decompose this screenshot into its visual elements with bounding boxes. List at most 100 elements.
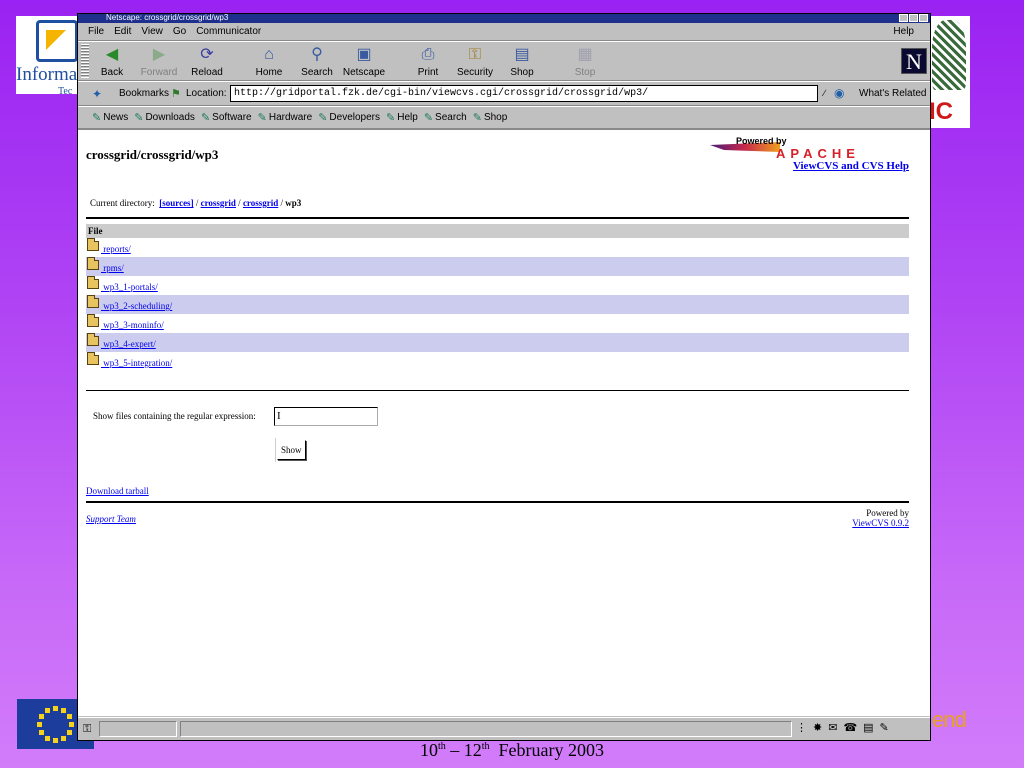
netscape-n-logo-icon[interactable]: N xyxy=(901,48,927,74)
show-button[interactable]: Show xyxy=(277,440,306,460)
page-content[interactable]: crossgrid/crossgrid/wp3 Powered by APACH… xyxy=(78,130,930,716)
maximize-button[interactable] xyxy=(909,14,918,22)
bookmark-pen-icon: ✎ xyxy=(134,112,144,124)
security-label: Security xyxy=(456,67,494,78)
netscape-icon: ▣ xyxy=(356,46,372,63)
table-row[interactable]: wp3_3-moninfo/ xyxy=(86,314,909,333)
shop-label: Shop xyxy=(510,67,534,78)
arrow-logo-icon xyxy=(36,20,78,62)
viewcvs-help-link[interactable]: ViewCVS and CVS Help xyxy=(793,160,909,172)
footer-day2: 12 xyxy=(463,740,482,760)
printer-icon: ⎙ xyxy=(421,46,435,63)
bookmark-pen-icon: ✎ xyxy=(386,112,396,124)
url-input[interactable]: http://gridportal.fzk.de/cgi-bin/viewcvs… xyxy=(230,85,818,102)
table-row[interactable]: wp3_1-portals/ xyxy=(86,276,909,295)
table-row[interactable]: rpms/ xyxy=(86,257,909,276)
home-button[interactable]: ⌂ Home xyxy=(244,44,294,80)
eu-star-icon xyxy=(45,708,50,714)
personal-search[interactable]: ✎ Search xyxy=(424,111,467,124)
personal-hardware[interactable]: ✎ Hardware xyxy=(258,111,313,124)
shopping-bag-icon: ▤ xyxy=(514,46,530,63)
back-button[interactable]: ◀ Back xyxy=(87,44,137,80)
whats-related-button[interactable]: What's Related xyxy=(859,88,927,99)
personal-shop[interactable]: ✎ Shop xyxy=(473,111,508,124)
personal-downloads[interactable]: ✎ Downloads xyxy=(134,111,195,124)
eu-star-icon xyxy=(69,722,74,727)
stop-label: Stop xyxy=(574,67,596,78)
file-link[interactable]: wp3_3-moninfo/ xyxy=(101,320,164,330)
file-link[interactable]: wp3_5-integration/ xyxy=(101,358,172,368)
navigator-icon[interactable]: ✸ xyxy=(813,721,822,734)
location-page-icon: ⚑ xyxy=(171,88,181,100)
stop-icon: ▦ xyxy=(577,46,593,63)
search-button[interactable]: ⚲ Search xyxy=(292,44,342,80)
menu-communicator[interactable]: Communicator xyxy=(194,26,269,37)
security-button[interactable]: ⚿ Security xyxy=(450,44,500,80)
file-link[interactable]: reports/ xyxy=(101,244,131,254)
breadcrumb-crossgrid-link[interactable]: crossgrid xyxy=(201,198,236,208)
shop-button[interactable]: ▤ Shop xyxy=(497,44,547,80)
personal-software[interactable]: ✎ Software xyxy=(201,111,252,124)
folder-icon xyxy=(87,238,99,251)
file-link[interactable]: wp3_1-portals/ xyxy=(101,282,158,292)
file-column-header[interactable]: File xyxy=(86,224,909,238)
folder-icon xyxy=(87,295,99,308)
menu-go[interactable]: Go xyxy=(171,26,194,37)
discussion-icon[interactable]: ☎ xyxy=(843,721,857,734)
menu-view[interactable]: View xyxy=(139,26,171,37)
regex-filter-input[interactable]: I xyxy=(274,407,378,426)
menu-help[interactable]: Help xyxy=(891,26,922,37)
forward-button[interactable]: ▶ Forward xyxy=(134,44,184,80)
table-row[interactable]: wp3_4-expert/ xyxy=(86,333,909,352)
reload-button[interactable]: ⟳ Reload xyxy=(182,44,232,80)
bookmarks-button[interactable]: Bookmarks xyxy=(119,88,169,99)
breadcrumb-current: wp3 xyxy=(285,198,302,208)
minimize-button[interactable] xyxy=(899,14,908,22)
netscape-button[interactable]: ▣ Netscape xyxy=(339,44,389,80)
bookmark-pen-icon: ✎ xyxy=(200,112,211,124)
print-label: Print xyxy=(417,67,439,78)
personal-downloads-label: Downloads xyxy=(145,112,195,123)
eu-star-icon xyxy=(66,730,72,735)
download-tarball-link[interactable]: Download tarball xyxy=(86,486,149,496)
forward-arrow-icon: ▶ xyxy=(152,46,166,63)
window-titlebar[interactable]: Netscape: crossgrid/crossgrid/wp3 xyxy=(78,14,930,23)
slide-corner-text: end xyxy=(932,707,967,732)
breadcrumb-crossgrid-link-2[interactable]: crossgrid xyxy=(243,198,278,208)
support-team-link[interactable]: Support Team xyxy=(86,514,136,524)
component-bar: ⋮ ✸ ✉ ☎ ▤ ✎ xyxy=(796,721,889,734)
security-lock-icon[interactable]: ⚿ xyxy=(83,723,91,736)
menu-file[interactable]: File xyxy=(86,26,112,37)
stop-button[interactable]: ▦ Stop xyxy=(560,44,610,80)
breadcrumb-separator: / xyxy=(235,198,243,208)
apache-powered-logo[interactable]: Powered by APACHE xyxy=(710,136,906,162)
padlock-icon: ⚿ xyxy=(468,46,482,63)
personal-developers-label: Developers xyxy=(329,112,381,123)
viewcvs-version-link[interactable]: ViewCVS 0.9.2 xyxy=(852,518,909,528)
logo-left-text: Informa xyxy=(16,64,78,85)
file-link[interactable]: wp3_2-scheduling/ xyxy=(101,301,172,311)
address-book-icon[interactable]: ▤ xyxy=(863,721,873,734)
component-grip-icon[interactable]: ⋮ xyxy=(796,721,807,734)
personal-shop-label: Shop xyxy=(483,112,508,123)
mail-icon[interactable]: ✉ xyxy=(828,721,837,734)
breadcrumb-sources-link[interactable]: [sources] xyxy=(159,198,193,208)
url-history-dropdown[interactable]: ∕ xyxy=(820,85,829,102)
logo-left-subtext: Tec xyxy=(58,86,73,94)
tree-logo-icon xyxy=(932,20,966,90)
file-link[interactable]: rpms/ xyxy=(101,263,124,273)
composer-icon[interactable]: ✎ xyxy=(880,721,889,734)
reload-icon: ⟳ xyxy=(200,46,214,63)
personal-developers[interactable]: ✎ Developers xyxy=(318,111,380,124)
table-row[interactable]: wp3_5-integration/ xyxy=(86,352,909,371)
table-row[interactable]: wp3_2-scheduling/ xyxy=(86,295,909,314)
personal-help[interactable]: ✎ Help xyxy=(386,111,418,124)
table-row[interactable]: reports/ xyxy=(86,238,909,257)
print-button[interactable]: ⎙ Print xyxy=(403,44,453,80)
close-button[interactable] xyxy=(919,14,928,22)
search-label: Search xyxy=(301,67,333,78)
personal-news[interactable]: ✎ News xyxy=(92,111,128,124)
file-link[interactable]: wp3_4-expert/ xyxy=(101,339,155,349)
netscape-label: Netscape xyxy=(342,67,386,78)
menu-edit[interactable]: Edit xyxy=(112,26,139,37)
